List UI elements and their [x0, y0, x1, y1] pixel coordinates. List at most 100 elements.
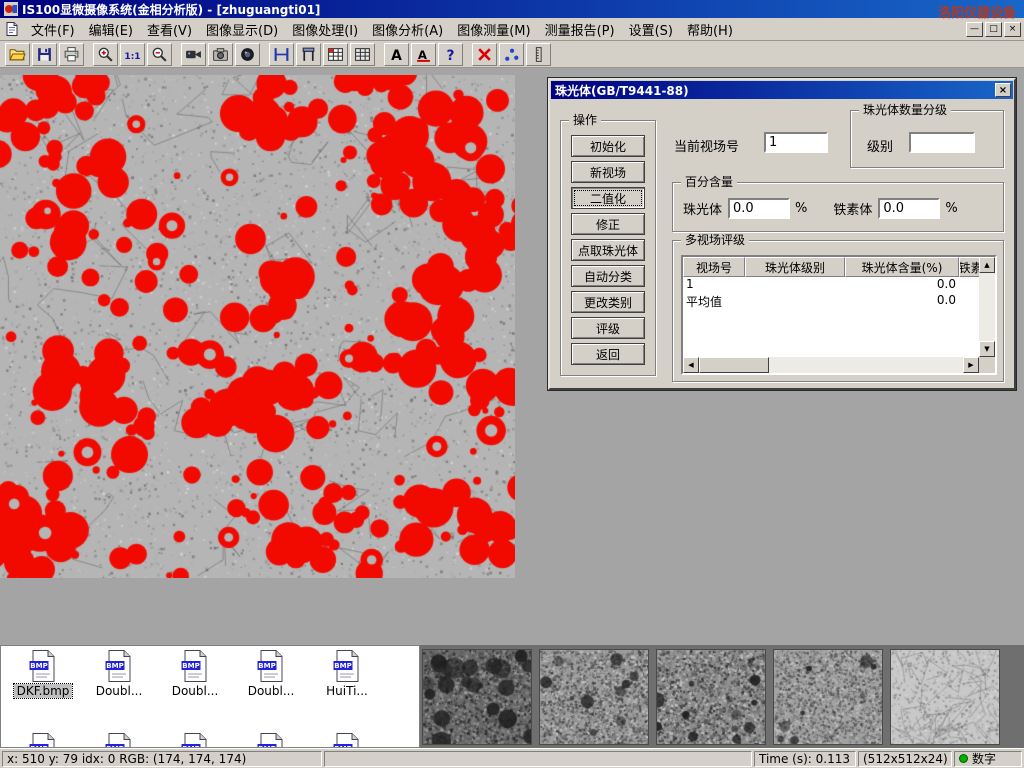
table-cell [745, 293, 845, 309]
text-icon[interactable]: A [384, 43, 409, 66]
new-field-button[interactable]: 新视场 [571, 161, 645, 183]
zoom-in-icon[interactable] [93, 43, 118, 66]
menu-item-image-process[interactable]: 图像处理(I) [285, 17, 365, 42]
current-field-input[interactable] [764, 132, 828, 153]
ferrite-input[interactable] [878, 198, 940, 219]
file-item-partial[interactable]: BMP [233, 732, 309, 748]
table-header-3[interactable]: 铁素体含量(%) [959, 257, 979, 277]
horizontal-scrollbar[interactable]: ◀ ▶ [683, 357, 979, 373]
ruler-icon[interactable] [526, 43, 551, 66]
caliper-icon[interactable] [296, 43, 321, 66]
camera-icon[interactable] [181, 43, 206, 66]
grid-icon[interactable] [350, 43, 375, 66]
menu-item-settings[interactable]: 设置(S) [622, 17, 680, 42]
level-input[interactable] [909, 132, 975, 153]
menu-item-image-analysis[interactable]: 图像分析(A) [365, 17, 450, 42]
menu-items: 文件(F)编辑(E)查看(V)图像显示(D)图像处理(I)图像分析(A)图像测量… [24, 17, 740, 42]
thumbnail-3[interactable] [657, 650, 765, 744]
application-window: IS100显微摄像系统(金相分析版) - [zhuguangti01] 洛阳仪器… [0, 0, 1024, 768]
return-button[interactable]: 返回 [571, 343, 645, 365]
zoom-out-icon[interactable] [147, 43, 172, 66]
pearlite-unit-label: % [795, 201, 807, 216]
toolbar-separator [85, 43, 92, 66]
menu-item-view[interactable]: 查看(V) [140, 17, 199, 42]
table-row[interactable]: 平均值0.0 [683, 293, 979, 309]
file-item-partial[interactable]: BMP [5, 732, 81, 748]
thumbnail-4[interactable] [774, 650, 882, 744]
toolbar-separator [464, 43, 471, 66]
grid-red-icon[interactable] [323, 43, 348, 66]
pick-pearlite-button[interactable]: 点取珠光体 [571, 239, 645, 261]
menu-item-help[interactable]: 帮助(H) [680, 17, 740, 42]
window-title: IS100显微摄像系统(金相分析版) - [zhuguangti01] [22, 1, 320, 18]
table-cell: 0.0 [845, 293, 959, 309]
table-content: 视场号珠光体级别珠光体含量(%)铁素体含量(%) 10.0平均值0.0 [683, 257, 979, 357]
rate-button[interactable]: 评级 [571, 317, 645, 339]
thumbnail-1[interactable] [423, 650, 531, 744]
change-class-button[interactable]: 更改类别 [571, 291, 645, 313]
mdi-minimize-button[interactable]: — [966, 22, 983, 37]
bmp-file-icon: BMP [102, 732, 136, 748]
ferrite-unit-label: % [945, 201, 957, 216]
file-item-partial[interactable]: BMP [309, 732, 385, 748]
save-icon[interactable] [32, 43, 57, 66]
actual-size-icon[interactable]: 1:1 [120, 43, 145, 66]
help-icon[interactable]: ? [438, 43, 463, 66]
micrometer-icon[interactable] [269, 43, 294, 66]
vertical-scrollbar[interactable]: ▲ ▼ [979, 257, 995, 357]
digital-mode-icon [959, 754, 968, 763]
bottom-panel: BMPDKF.bmpBMPDoubl...BMPDoubl...BMPDoubl… [0, 645, 1024, 748]
current-field-label: 当前视场号 [674, 136, 739, 155]
file-item[interactable]: BMPDoubl... [157, 649, 233, 698]
auto-classify-button[interactable]: 自动分类 [571, 265, 645, 287]
bmp-file-icon: BMP [254, 732, 288, 748]
document-icon [4, 21, 20, 37]
scroll-right-button[interactable]: ▶ [963, 357, 979, 373]
menu-item-file[interactable]: 文件(F) [24, 17, 82, 42]
thumbnail-2[interactable] [540, 650, 648, 744]
scroll-left-button[interactable]: ◀ [683, 357, 699, 373]
print-icon[interactable] [59, 43, 84, 66]
file-item[interactable]: BMPDoubl... [81, 649, 157, 698]
thumbnail-5[interactable] [891, 650, 999, 744]
dialog-close-button[interactable]: × [995, 83, 1011, 97]
dialog-title-bar[interactable]: 珠光体(GB/T9441-88) × [551, 81, 1013, 99]
open-icon[interactable] [5, 43, 30, 66]
file-item[interactable]: BMPDKF.bmp [5, 649, 81, 698]
status-spacer [324, 751, 752, 767]
mdi-close-button[interactable]: × [1004, 22, 1021, 37]
delete-icon[interactable] [472, 43, 497, 66]
file-item-partial[interactable]: BMP [157, 732, 233, 748]
initialize-button[interactable]: 初始化 [571, 135, 645, 157]
table-row[interactable]: 10.0 [683, 277, 979, 293]
menu-bar: 文件(F)编辑(E)查看(V)图像显示(D)图像处理(I)图像分析(A)图像测量… [0, 18, 1024, 41]
menu-item-edit[interactable]: 编辑(E) [82, 17, 140, 42]
scrollbar-corner [979, 357, 995, 373]
menu-item-image-display[interactable]: 图像显示(D) [199, 17, 285, 42]
capture-icon[interactable] [208, 43, 233, 66]
pearlite-input[interactable] [728, 198, 790, 219]
horizontal-scrollbar-thumb[interactable] [699, 357, 769, 373]
mdi-restore-button[interactable]: □ [985, 22, 1002, 37]
table-header-1[interactable]: 珠光体级别 [745, 257, 845, 277]
menu-item-measure-report[interactable]: 测量报告(P) [538, 17, 622, 42]
menu-item-image-measure[interactable]: 图像测量(M) [450, 17, 537, 42]
file-item[interactable]: BMPDoubl... [233, 649, 309, 698]
correct-button[interactable]: 修正 [571, 213, 645, 235]
scroll-up-button[interactable]: ▲ [979, 257, 995, 273]
scrollbar-track[interactable] [769, 357, 963, 373]
file-item[interactable]: BMPHuiTi... [309, 649, 385, 698]
svg-text:BMP: BMP [258, 662, 275, 670]
table-header-0[interactable]: 视场号 [683, 257, 745, 277]
points-icon[interactable] [499, 43, 524, 66]
scroll-down-button[interactable]: ▼ [979, 341, 995, 357]
bmp-file-icon: BMP [178, 649, 212, 683]
percentage-fields: 珠光体%铁素体% [683, 198, 984, 219]
annotate-icon[interactable]: A [411, 43, 436, 66]
file-item-partial[interactable]: BMP [81, 732, 157, 748]
lens-icon[interactable] [235, 43, 260, 66]
table-header-2[interactable]: 珠光体含量(%) [845, 257, 959, 277]
metallograph-image[interactable] [0, 75, 515, 578]
svg-text:BMP: BMP [106, 662, 123, 670]
binarize-button[interactable]: 二值化 [571, 187, 645, 209]
